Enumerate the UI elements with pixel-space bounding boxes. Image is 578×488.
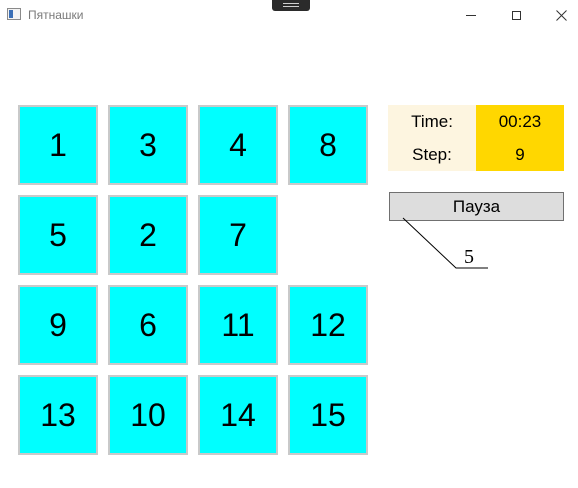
callout-line — [402, 217, 488, 269]
callout-label: 5 — [464, 246, 474, 268]
